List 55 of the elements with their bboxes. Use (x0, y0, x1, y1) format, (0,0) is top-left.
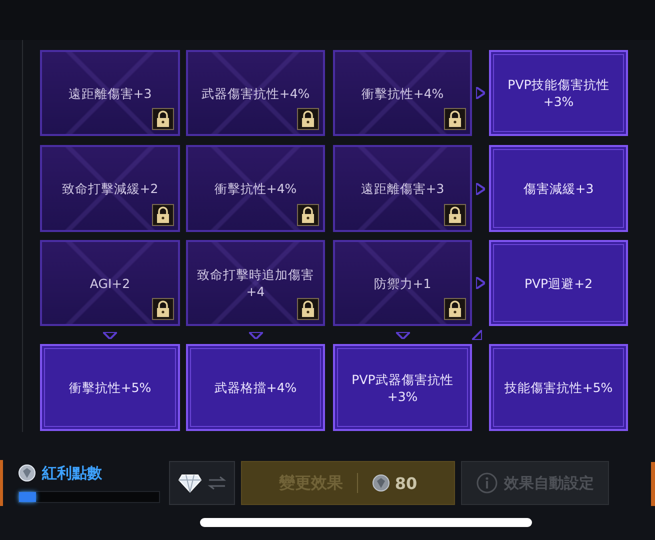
talent-card[interactable]: 技能傷害抗性+5% (489, 344, 628, 431)
diamond-icon (178, 473, 202, 493)
effect-label: 技能傷害抗性+5% (504, 379, 613, 396)
arrow-icon (103, 332, 117, 338)
arrow-icon (476, 277, 485, 289)
talent-card[interactable]: 遠距離傷害+3 (40, 50, 180, 136)
talent-card[interactable]: 遠距離傷害+3 (333, 145, 472, 232)
effect-label: 傷害減緩+3 (523, 180, 594, 197)
effect-label: PVP武器傷害抗性+3% (350, 370, 454, 404)
effect-label: 武器傷害抗性+4% (201, 84, 310, 102)
talent-card[interactable]: 衝擊抗性+4% (186, 145, 325, 232)
talent-card[interactable]: PVP武器傷害抗性+3% (333, 344, 472, 431)
effect-label: 衝擊抗性+4% (361, 84, 444, 102)
effect-label: 遠距離傷害+3 (360, 180, 444, 197)
talent-card[interactable]: 致命打擊時追加傷害+4 (186, 240, 325, 326)
talent-card[interactable]: 武器傷害抗性+4% (186, 50, 325, 136)
effect-label: 致命打擊減緩+2 (62, 180, 158, 197)
talent-card[interactable]: 衝擊抗性+5% (40, 344, 180, 431)
arrow-icon (476, 87, 485, 99)
arrow-icon (248, 332, 262, 338)
lock-icon (444, 108, 466, 130)
effect-label: 衝擊抗性+5% (68, 379, 152, 396)
lock-icon (297, 298, 319, 320)
lock-icon (444, 204, 466, 226)
info-icon (476, 472, 498, 494)
effect-label: 防禦力+1 (374, 274, 432, 292)
talent-card[interactable]: AGI+2 (40, 240, 180, 326)
arrow-icon (476, 182, 485, 194)
lock-icon (297, 108, 319, 130)
gem-icon (18, 464, 36, 482)
effect-label: 武器格擋+4% (214, 379, 297, 396)
arrow-icon (396, 332, 410, 338)
effect-label: 遠距離傷害+3 (68, 84, 152, 102)
effect-label: PVP迴避+2 (524, 274, 593, 292)
talent-card[interactable]: PVP技能傷害抗性+3% (489, 50, 628, 136)
corner-icon (472, 330, 482, 340)
talent-card[interactable]: 武器格擋+4% (186, 344, 325, 431)
talent-card[interactable]: 衝擊抗性+4% (333, 50, 472, 136)
lock-icon (297, 204, 319, 226)
talent-card[interactable]: 傷害減緩+3 (489, 145, 628, 232)
effect-label: 衝擊抗性+4% (214, 180, 297, 197)
talent-card[interactable]: 致命打擊減緩+2 (40, 145, 180, 232)
bonus-points-label: 紅利點數 (42, 464, 102, 482)
talent-card[interactable]: 防禦力+1 (333, 240, 472, 326)
lock-icon (152, 298, 174, 320)
lock-icon (444, 298, 466, 320)
effect-label: 致命打擊時追加傷害+4 (196, 266, 315, 300)
lock-icon (152, 204, 174, 226)
gem-icon (372, 474, 390, 492)
effect-label: PVP技能傷害抗性+3% (506, 76, 610, 110)
swap-button[interactable] (169, 461, 235, 505)
talent-card[interactable]: PVP迴避+2 (489, 240, 628, 326)
swap-arrows-icon (208, 476, 226, 490)
effect-label: AGI+2 (90, 274, 130, 292)
lock-icon (152, 108, 174, 130)
